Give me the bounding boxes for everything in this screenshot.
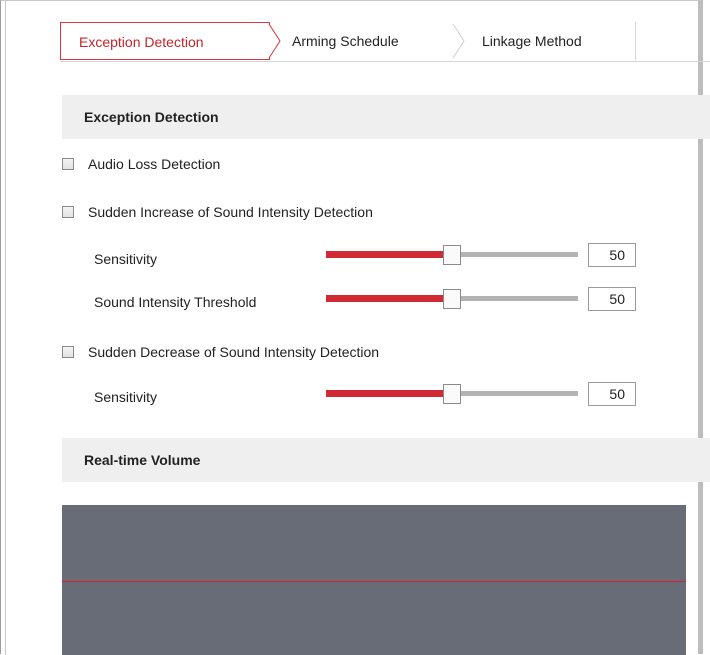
tab-baseline <box>60 61 710 62</box>
sudden-increase-checkbox[interactable] <box>62 206 74 219</box>
threshold-value[interactable]: 50 <box>588 287 636 311</box>
section-header-exception-detection: Exception Detection <box>62 95 710 139</box>
threshold-label: Sound Intensity Threshold <box>94 294 257 310</box>
slider-thumb[interactable] <box>443 245 461 265</box>
decrease-sensitivity-label: Sensitivity <box>94 389 158 405</box>
section-header-realtime-volume: Real-time Volume <box>62 438 710 482</box>
tab-exception-detection[interactable]: Exception Detection <box>60 22 270 60</box>
decrease-sensitivity-slider[interactable] <box>326 383 578 405</box>
threshold-slider[interactable] <box>326 288 578 310</box>
decrease-sensitivity-value[interactable]: 50 <box>588 382 636 406</box>
slider-fill <box>326 295 443 302</box>
increase-sensitivity-label: Sensitivity <box>94 251 158 267</box>
sudden-decrease-label: Sudden Decrease of Sound Intensity Detec… <box>88 344 380 360</box>
slider-fill <box>326 390 443 397</box>
slider-thumb[interactable] <box>443 289 461 309</box>
slider-thumb[interactable] <box>443 384 461 404</box>
volume-display <box>62 505 686 655</box>
tab-divider <box>635 22 636 60</box>
audio-loss-checkbox[interactable] <box>62 158 74 171</box>
increase-sensitivity-value[interactable]: 50 <box>588 243 636 267</box>
slider-fill <box>326 251 443 258</box>
tab-bar: Exception Detection Arming Schedule Link… <box>60 22 710 62</box>
tab-arming-schedule[interactable]: Arming Schedule <box>282 22 442 60</box>
sudden-increase-label: Sudden Increase of Sound Intensity Detec… <box>88 204 373 220</box>
audio-loss-row: Audio Loss Detection <box>62 153 220 175</box>
audio-loss-label: Audio Loss Detection <box>88 156 221 172</box>
sudden-decrease-checkbox[interactable] <box>62 346 74 359</box>
sudden-decrease-row: Sudden Decrease of Sound Intensity Detec… <box>62 341 379 363</box>
increase-sensitivity-slider[interactable] <box>326 244 578 266</box>
tab-separator-icon <box>452 24 465 58</box>
sudden-increase-row: Sudden Increase of Sound Intensity Detec… <box>62 201 373 223</box>
volume-level-line <box>62 581 686 582</box>
tab-linkage-method[interactable]: Linkage Method <box>472 22 636 60</box>
frame-edge <box>5 0 6 655</box>
